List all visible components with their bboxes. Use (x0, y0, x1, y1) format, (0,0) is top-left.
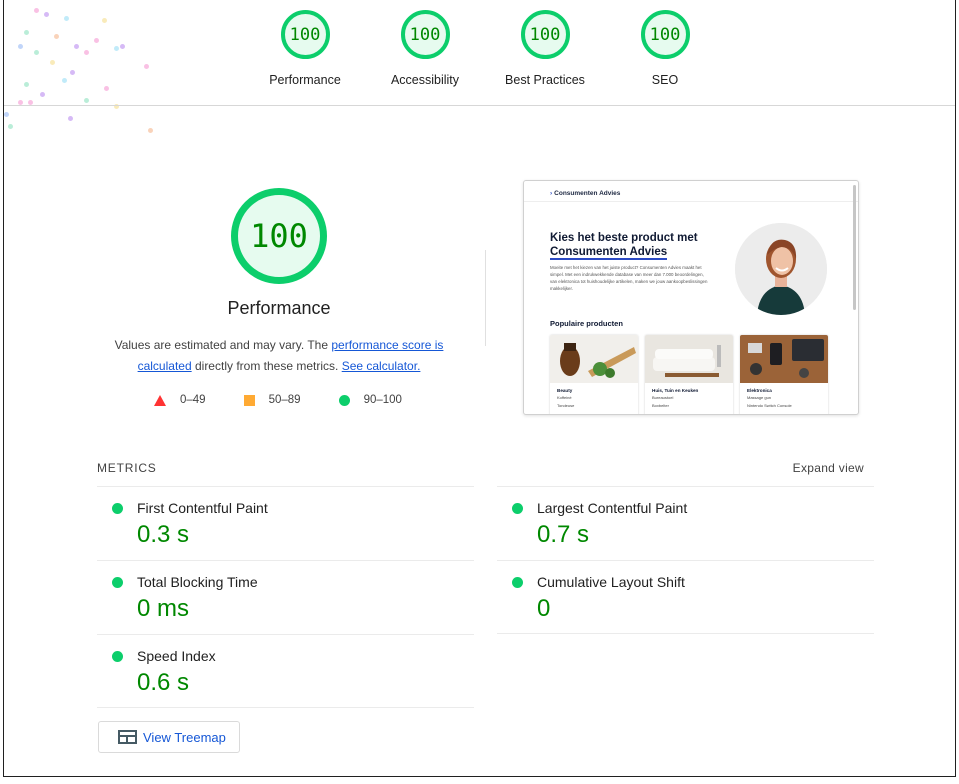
metric-largest-contentful-paint: Largest Contentful Paint 0.7 s (497, 486, 874, 560)
final-screenshot[interactable]: Consumenten Advies Kies het beste produc… (523, 180, 859, 415)
gauge-accessibility[interactable]: 100 Accessibility (365, 10, 485, 87)
metric-name: Largest Contentful Paint (537, 500, 688, 516)
metric-value: 0 ms (137, 595, 190, 622)
card-item: Koffeiné (557, 395, 572, 400)
score-value: 100 (409, 24, 441, 45)
gauge-label: SEO (651, 73, 679, 87)
legend-range: 90–100 (363, 394, 402, 406)
metrics-column-left: First Contentful Paint 0.3 s Total Block… (97, 486, 474, 708)
headline-line1: Kies het beste product met (550, 232, 698, 244)
gauge-best-practices[interactable]: 100 Best Practices (485, 10, 605, 87)
confetti-dot (68, 116, 73, 121)
score-note: Values are estimated and may vary. The p… (114, 335, 444, 377)
metric-speed-index: Speed Index 0.6 s (97, 634, 474, 708)
performance-score: 100 (250, 217, 308, 255)
gauge-seo[interactable]: 100 SEO (605, 10, 725, 87)
legend-average: 50–89 (243, 394, 301, 406)
product-image (740, 335, 828, 383)
metric-value: 0.6 s (137, 669, 190, 696)
note-text: Values are estimated and may vary. The (114, 338, 332, 352)
metric-cumulative-layout-shift: Cumulative Layout Shift 0 (497, 560, 874, 634)
product-card: Beauty Koffeiné Tondeuse (550, 335, 638, 414)
metric-name: Total Blocking Time (137, 574, 258, 590)
product-card: Huis, Tuin en Keuken Bureaustoel Boxbelt… (645, 335, 733, 414)
score-value: 100 (529, 24, 561, 45)
score-value: 100 (289, 24, 321, 45)
score-ring: 100 (640, 10, 690, 59)
metrics-column-right: Largest Contentful Paint 0.7 s Cumulativ… (497, 486, 874, 634)
legend-range: 50–89 (268, 394, 301, 406)
divider (524, 201, 858, 202)
card-title: Beauty (557, 388, 573, 393)
headline-line2: Consumenten Advies (550, 246, 668, 260)
pass-icon (112, 503, 123, 514)
gauge-performance[interactable]: 100 Performance (245, 10, 365, 87)
pass-icon (112, 577, 123, 588)
expand-view-toggle[interactable]: Expand view (793, 461, 864, 475)
confetti-dot (148, 128, 153, 133)
card-item: Tondeuse (557, 403, 575, 408)
note-text: directly from these metrics. (191, 359, 342, 373)
confetti-dot (4, 112, 9, 117)
section-title: Populaire producten (550, 319, 623, 328)
view-treemap-button[interactable]: View Treemap (98, 721, 240, 753)
gauge-label: Accessibility (390, 73, 460, 87)
metric-first-contentful-paint: First Contentful Paint 0.3 s (97, 486, 474, 560)
metric-value: 0 (537, 595, 551, 622)
person-photo (735, 223, 827, 315)
card-item: Nintendo Switch Console (747, 403, 792, 408)
divider (485, 250, 486, 346)
treemap-icon (118, 730, 137, 744)
legend-pass: 90–100 (338, 394, 402, 406)
product-image (645, 335, 733, 383)
scrollbar[interactable] (853, 185, 856, 310)
metric-name: Speed Index (137, 648, 216, 664)
metric-value: 0.7 s (537, 521, 590, 548)
metric-name: Cumulative Layout Shift (537, 574, 685, 590)
metric-total-blocking-time: Total Blocking Time 0 ms (97, 560, 474, 634)
gauge-label: Best Practices (505, 73, 585, 87)
square-icon (243, 394, 255, 406)
score-legend: 0–49 50–89 90–100 (154, 394, 440, 406)
score-ring: 100 (400, 10, 450, 59)
performance-title: Performance (227, 298, 331, 318)
pass-icon (112, 651, 123, 662)
circle-icon (338, 394, 350, 406)
card-item: Massage gun (747, 395, 772, 400)
confetti-dot (8, 124, 13, 129)
score-ring: 100 (520, 10, 570, 59)
card-item: Bureaustoel (652, 395, 674, 400)
lighthouse-report: 100 Performance 100 Accessibility 100 Be… (3, 0, 956, 777)
product-card: Elektronica Massage gun Nintendo Switch … (740, 335, 828, 414)
site-intro: Moeite met het kiezen van het juiste pro… (550, 265, 708, 291)
performance-gauge: 100 Performance Values are estimated and… (114, 188, 444, 377)
performance-score-ring: 100 (231, 188, 327, 284)
gauge-label: Performance (269, 73, 341, 87)
score-ring: 100 (280, 10, 330, 59)
card-item: Boxbelter (652, 403, 669, 408)
product-image (550, 335, 638, 383)
card-title: Huis, Tuin en Keuken (652, 388, 699, 393)
triangle-icon (154, 394, 166, 406)
metrics-header: METRICS (97, 461, 157, 475)
legend-fail: 0–49 (154, 394, 206, 406)
see-calculator-link[interactable]: See calculator. (342, 359, 421, 373)
pass-icon (512, 577, 523, 588)
metric-value: 0.3 s (137, 521, 190, 548)
metric-name: First Contentful Paint (137, 500, 268, 516)
site-headline: Kies het beste product met Consumenten Ad… (550, 231, 698, 260)
site-brand: Consumenten Advies (550, 190, 620, 197)
card-title: Elektronica (747, 388, 772, 393)
score-value: 100 (649, 24, 681, 45)
legend-range: 0–49 (180, 394, 206, 406)
score-summary-bar: 100 Performance 100 Accessibility 100 Be… (4, 0, 955, 106)
pass-icon (512, 503, 523, 514)
treemap-label: View Treemap (143, 729, 226, 745)
